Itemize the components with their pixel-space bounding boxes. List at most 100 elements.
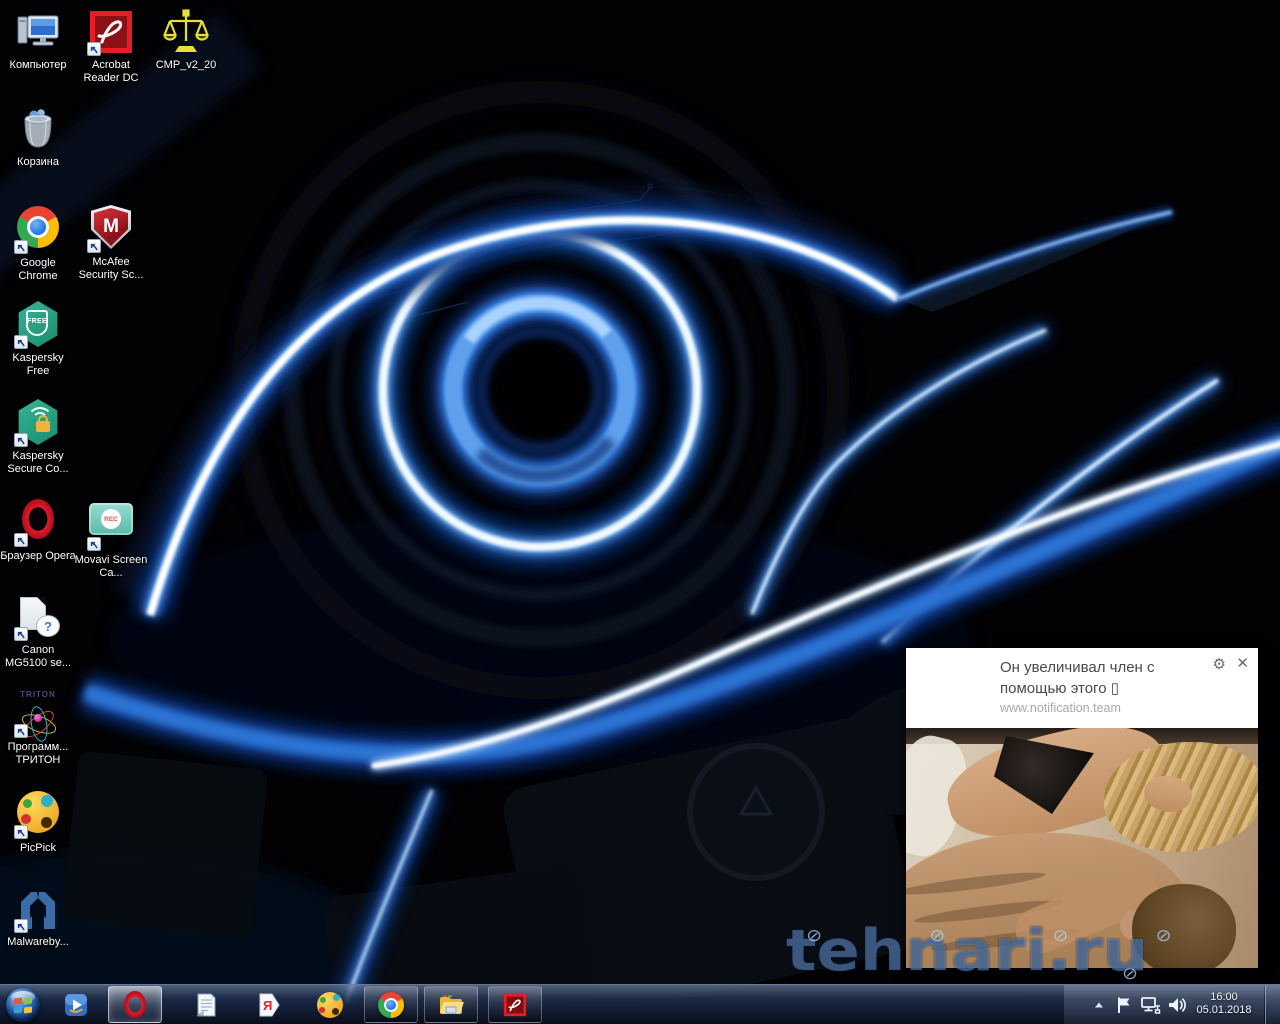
taskbar-item-acrobat[interactable]: [488, 986, 542, 1023]
desktop: Компьютер Acrobat Reader DC: [0, 0, 1280, 1024]
canon-help-icon: ?: [14, 593, 62, 641]
desktop-icon-google-chrome[interactable]: Google Chrome: [0, 203, 76, 283]
tehnari-watermark: tehnari.ru ⊘ ⊘ ⊘ ⊘ ⊘: [786, 918, 1148, 984]
desktop-icon-computer[interactable]: Компьютер: [0, 8, 76, 72]
desktop-icon-kaspersky-free[interactable]: FREE Kaspersky Free: [0, 300, 76, 378]
notification-title: Он увеличивал член с помощью этого ▯: [1000, 657, 1155, 699]
notification-url: www.notification.team: [1000, 701, 1121, 715]
notepad-icon: [192, 991, 220, 1019]
desktop-icon-canon[interactable]: ? Canon MG5100 se...: [0, 593, 76, 670]
shortcut-arrow-icon: [14, 627, 28, 641]
shortcut-arrow-icon: [87, 239, 101, 253]
mcafee-shield-icon: M: [87, 205, 135, 253]
shortcut-arrow-icon: [14, 825, 28, 839]
close-icon[interactable]: ✕: [1236, 654, 1249, 672]
icon-label: Kaspersky Free: [0, 352, 76, 378]
movavi-rec-icon: REC: [87, 503, 135, 551]
shortcut-arrow-icon: [14, 724, 28, 738]
show-hidden-icons-button[interactable]: [1090, 985, 1108, 1024]
desktop-icon-kaspersky-secure[interactable]: Kaspersky Secure Co...: [0, 398, 76, 476]
icon-label: McAfee Security Sc...: [73, 256, 149, 282]
clock-date: 05.01.2018: [1192, 1004, 1256, 1017]
icon-label: Программ... ТРИТОН: [0, 741, 76, 767]
windows-logo-icon: [6, 988, 40, 1022]
shortcut-arrow-icon: [87, 537, 101, 551]
yandex-browser-icon: Я: [254, 991, 282, 1019]
icon-label: Malwareby...: [0, 936, 76, 949]
acrobat-reader-icon: [87, 8, 135, 56]
opera-icon: [14, 499, 62, 547]
taskbar-item-explorer[interactable]: [424, 986, 478, 1023]
network-icon: [1140, 995, 1162, 1015]
slash-icon: ⊘: [929, 926, 945, 946]
desktop-icon-malwarebytes[interactable]: Malwareby...: [0, 885, 76, 949]
chrome-icon: [14, 206, 62, 254]
slash-icon: ⊘: [1053, 926, 1069, 946]
watermark-text: tehnari.ru: [786, 918, 1148, 984]
taskbar-item-opera[interactable]: [108, 986, 162, 1023]
desktop-icon-picpick[interactable]: PicPick: [0, 788, 76, 855]
network-button[interactable]: [1138, 985, 1164, 1024]
picpick-palette-icon: [14, 791, 62, 839]
shortcut-arrow-icon: [14, 433, 28, 447]
gear-icon[interactable]: ⚙: [1213, 655, 1226, 673]
icon-label: Компьютер: [0, 59, 76, 72]
icon-label: Корзина: [0, 156, 76, 169]
desktop-icon-cmp[interactable]: CMP_v2_20: [148, 8, 224, 72]
desktop-icon-acrobat[interactable]: Acrobat Reader DC: [73, 8, 149, 85]
start-button[interactable]: [2, 986, 44, 1023]
shortcut-arrow-icon: [14, 533, 28, 547]
triton-atom-icon: TRITON: [14, 690, 62, 738]
shortcut-arrow-icon: [14, 240, 28, 254]
svg-text:Я: Я: [263, 998, 272, 1013]
icon-label: Acrobat Reader DC: [73, 59, 149, 85]
icon-label: Google Chrome: [0, 257, 76, 283]
action-center-button[interactable]: [1112, 985, 1136, 1024]
show-desktop-button[interactable]: [1265, 985, 1280, 1024]
volume-button[interactable]: [1164, 985, 1190, 1024]
computer-monitor-icon: [14, 8, 62, 56]
picpick-palette-icon: [317, 992, 343, 1018]
icon-label: PicPick: [0, 842, 76, 855]
chrome-icon: [378, 992, 404, 1018]
icon-label: Canon MG5100 se...: [0, 644, 76, 670]
taskbar-item-chrome[interactable]: [364, 986, 418, 1023]
slash-icon: ⊘: [806, 926, 822, 946]
desktop-icon-mcafee[interactable]: M McAfee Security Sc...: [73, 203, 149, 282]
taskbar-clock[interactable]: 16:00 05.01.2018: [1192, 985, 1256, 1024]
kaspersky-hexagon-icon: FREE: [14, 301, 62, 349]
notification-header: Он увеличивал член с помощью этого ▯ www…: [906, 648, 1258, 728]
media-player-icon: [62, 991, 90, 1019]
explorer-folder-icon: [437, 991, 465, 1019]
shortcut-arrow-icon: [87, 42, 101, 56]
taskbar-item-picpick[interactable]: [310, 986, 350, 1023]
scales-balance-icon: [162, 8, 210, 56]
acrobat-reader-icon: [502, 992, 528, 1018]
notification-title-line1: Он увеличивал член с: [1000, 659, 1155, 676]
desktop-icon-recycle-bin[interactable]: Корзина: [0, 105, 76, 169]
notification-title-line2: помощью этого ▯: [1000, 680, 1119, 697]
recycle-bin-icon: [14, 105, 62, 153]
taskbar: Я: [0, 984, 1280, 1024]
shortcut-arrow-icon: [14, 919, 28, 933]
taskbar-item-notepad[interactable]: [186, 986, 226, 1023]
desktop-icon-movavi[interactable]: REC Movavi Screen Ca...: [73, 495, 149, 580]
speaker-icon: [1167, 995, 1187, 1015]
icon-label: Браузер Opera: [0, 550, 76, 563]
desktop-icon-triton[interactable]: TRITON Программ... ТРИТОН: [0, 690, 76, 767]
icon-label: CMP_v2_20: [148, 59, 224, 72]
malwarebytes-m-icon: [14, 885, 62, 933]
icon-label: Kaspersky Secure Co...: [0, 450, 76, 476]
icon-label: Movavi Screen Ca...: [73, 554, 149, 580]
chevron-up-icon: [1094, 1001, 1104, 1009]
desktop-icon-opera[interactable]: Браузер Opera: [0, 495, 76, 563]
flag-icon: [1114, 995, 1134, 1015]
opera-icon: [124, 991, 146, 1018]
taskbar-item-media-player[interactable]: [56, 986, 96, 1023]
slash-icon: ⊘: [1122, 964, 1138, 984]
slash-icon: ⊘: [1156, 926, 1172, 946]
kaspersky-lock-icon: [14, 399, 62, 447]
taskbar-item-yandex[interactable]: Я: [248, 986, 288, 1023]
clock-time: 16:00: [1192, 991, 1256, 1004]
shortcut-arrow-icon: [14, 335, 28, 349]
